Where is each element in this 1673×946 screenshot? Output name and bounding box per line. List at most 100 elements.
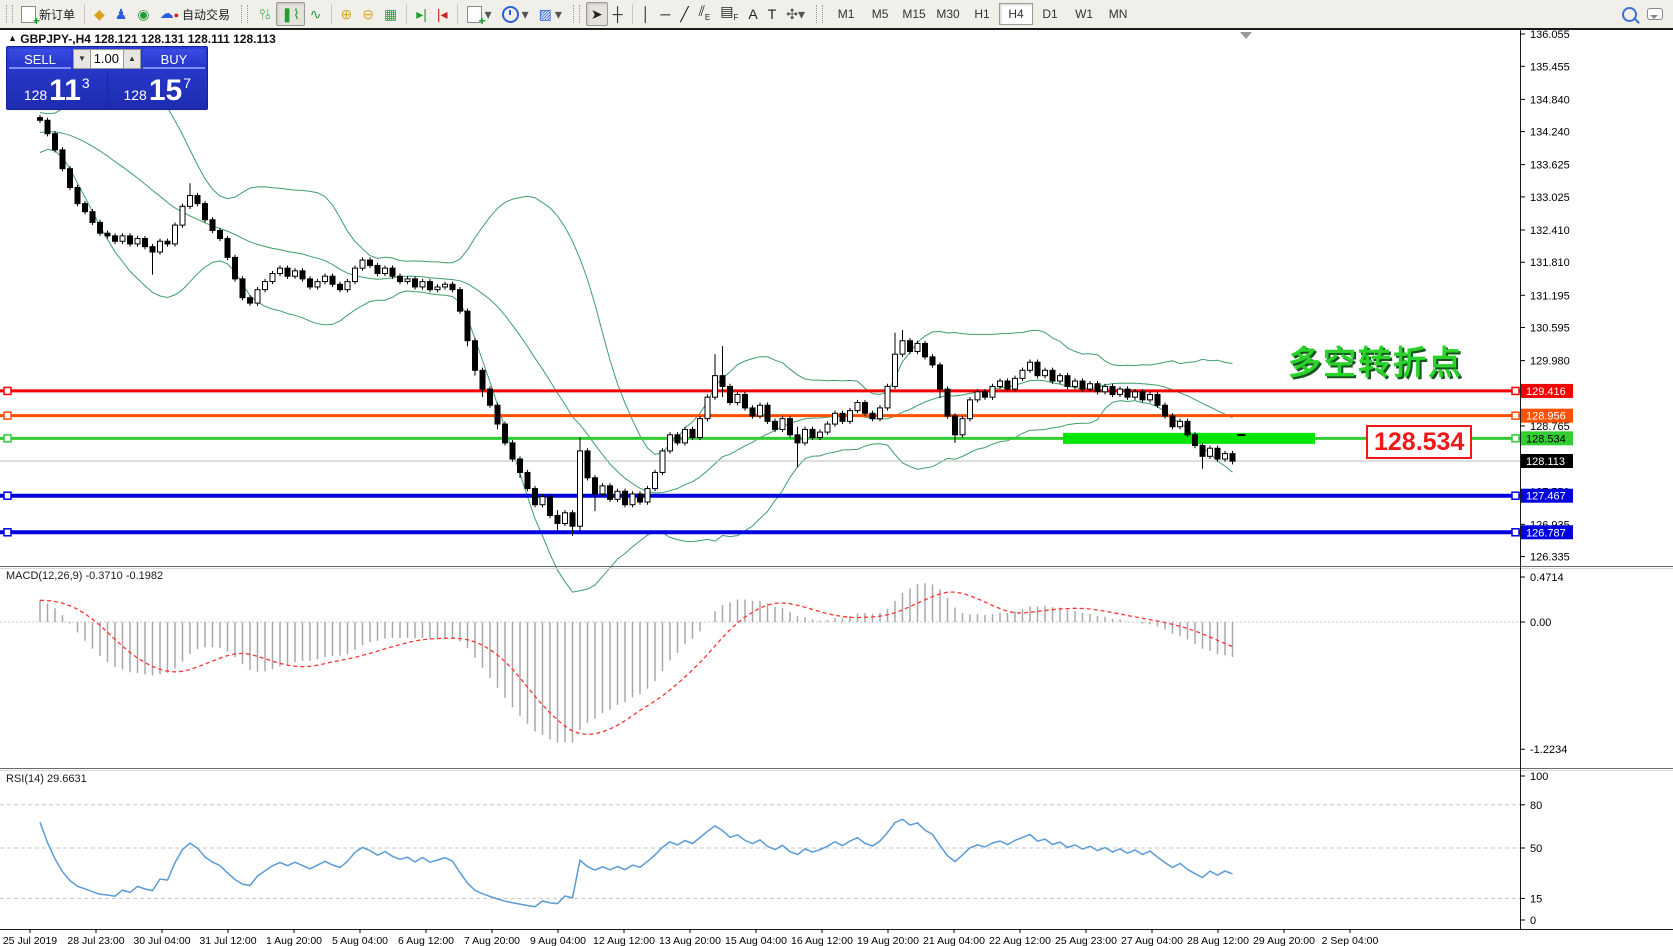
text-label-button[interactable]: T [763, 2, 782, 26]
templates-icon: ▨ [539, 7, 552, 21]
svg-text:129.980: 129.980 [1530, 356, 1570, 368]
svg-text:31 Jul 12:00: 31 Jul 12:00 [199, 935, 256, 946]
timeframe-button-m15[interactable]: M15 [897, 3, 931, 25]
svg-text:0.4714: 0.4714 [1530, 572, 1564, 584]
svg-text:15 Aug 04:00: 15 Aug 04:00 [725, 935, 787, 946]
buy-price-handle: 128 [123, 87, 146, 103]
chart-annotation-text: 多空转折点 [1288, 336, 1463, 384]
new-order-label: 新订单 [39, 6, 75, 23]
new-order-button[interactable]: + 新订单 [16, 2, 80, 26]
svg-text:21 Aug 04:00: 21 Aug 04:00 [923, 935, 985, 946]
signals-button[interactable]: ◉ [132, 2, 154, 26]
svg-text:28 Aug 12:00: 28 Aug 12:00 [1187, 935, 1249, 946]
autotrade-label: 自动交易 [182, 6, 230, 23]
svg-text:131.195: 131.195 [1530, 290, 1570, 302]
price-callout-box: 128.534 [1366, 425, 1472, 459]
volume-decrease-button[interactable]: ▼ [73, 49, 91, 69]
svg-text:131.810: 131.810 [1530, 257, 1570, 269]
svg-text:27 Aug 04:00: 27 Aug 04:00 [1121, 935, 1183, 946]
svg-text:128.765: 128.765 [1530, 421, 1570, 433]
svg-text:132.410: 132.410 [1530, 225, 1570, 237]
sell-price-display[interactable]: 128 11 3 [7, 71, 108, 107]
arrows-icon: ✣▾ [786, 7, 805, 21]
channel-button[interactable]: ⫽E [694, 2, 716, 26]
svg-text:7 Aug 20:00: 7 Aug 20:00 [464, 935, 520, 946]
svg-text:-1.2234: -1.2234 [1530, 744, 1567, 756]
market-button[interactable]: ♟ [110, 2, 133, 26]
svg-text:134.840: 134.840 [1530, 94, 1570, 106]
chart-shift-icon: |◂ [437, 7, 448, 21]
timeframe-button-w1[interactable]: W1 [1067, 3, 1101, 25]
text-button[interactable]: A [743, 2, 762, 26]
zoom-out-button[interactable]: ⊖ [357, 2, 379, 26]
svg-text:129.416: 129.416 [1526, 386, 1566, 398]
symbol-name: GBPJPY-,H4 [20, 32, 91, 46]
svg-text:15: 15 [1530, 893, 1542, 905]
arrows-button[interactable]: ✣▾ [781, 2, 810, 26]
svg-text:80: 80 [1530, 800, 1542, 812]
timeframe-button-m30[interactable]: M30 [931, 3, 965, 25]
toolbar-grip[interactable] [6, 5, 13, 23]
sell-button[interactable]: SELL [9, 49, 71, 69]
horizontal-line-button[interactable]: ─ [655, 2, 675, 26]
svg-text:136.055: 136.055 [1530, 29, 1570, 41]
timeframe-button-m5[interactable]: M5 [863, 3, 897, 25]
svg-text:128.956: 128.956 [1526, 411, 1566, 423]
templates-button[interactable]: ▨▾ [534, 2, 567, 26]
line-chart-icon: ∿ [310, 7, 322, 21]
svg-text:126.787: 126.787 [1526, 527, 1566, 539]
buy-price-main: 15 [149, 77, 182, 105]
crosshair-button[interactable]: ┼ [608, 2, 628, 26]
svg-text:19 Aug 20:00: 19 Aug 20:00 [857, 935, 919, 946]
indicators-icon: + [467, 6, 482, 23]
svg-text:127.467: 127.467 [1526, 491, 1566, 503]
line-chart-button[interactable]: ∿ [305, 2, 327, 26]
search-icon[interactable] [1622, 7, 1637, 22]
signals-icon: ◉ [137, 7, 149, 21]
timeframe-button-d1[interactable]: D1 [1033, 3, 1067, 25]
chart-shift-button[interactable]: |◂ [432, 2, 453, 26]
new-order-icon: + [21, 6, 36, 23]
bar-chart-button[interactable]: ⫯⫰ [254, 2, 276, 26]
svg-text:12 Aug 12:00: 12 Aug 12:00 [593, 935, 655, 946]
volume-increase-button[interactable]: ▲ [123, 49, 141, 69]
sell-price-pip: 3 [82, 75, 90, 91]
price-chart-canvas[interactable]: 136.055135.455134.840134.240133.625133.0… [0, 29, 1673, 946]
autotrade-button[interactable]: ☁● 自动交易 [155, 2, 235, 26]
svg-text:0.00: 0.00 [1530, 617, 1551, 629]
horizontal-line-icon: ─ [660, 7, 670, 21]
text-icon: A [748, 7, 757, 21]
volume-input[interactable]: 1.00 [91, 49, 123, 69]
svg-text:50: 50 [1530, 843, 1542, 855]
panel-expander-icon[interactable]: ▲ [8, 33, 17, 43]
cursor-button[interactable]: ➤ [586, 2, 608, 26]
metaeditor-button[interactable]: ◆ [89, 2, 110, 26]
buy-price-display[interactable]: 128 15 7 [108, 71, 208, 107]
zoom-in-button[interactable]: ⊕ [336, 2, 358, 26]
buy-button[interactable]: BUY [143, 49, 205, 69]
vertical-line-button[interactable]: │ [637, 2, 656, 26]
timeframe-button-h4[interactable]: H4 [999, 3, 1033, 25]
bar-chart-icon: ⫯⫰ [259, 7, 271, 21]
tile-windows-button[interactable]: ▦ [379, 2, 402, 26]
svg-text:133.625: 133.625 [1530, 160, 1570, 172]
fibonacci-button[interactable]: ▤F [715, 2, 743, 26]
main-toolbar: + 新订单 ◆ ♟ ◉ ☁● 自动交易 ⫯⫰ ❚⌇ ∿ ⊕ ⊖ ▦ ▸| |◂ … [0, 0, 1673, 29]
timeframe-button-m1[interactable]: M1 [829, 3, 863, 25]
svg-text:9 Aug 04:00: 9 Aug 04:00 [530, 935, 586, 946]
timeframe-button-h1[interactable]: H1 [965, 3, 999, 25]
svg-text:13 Aug 20:00: 13 Aug 20:00 [659, 935, 721, 946]
svg-text:128.534: 128.534 [1526, 433, 1566, 445]
trendline-button[interactable]: ╱ [675, 2, 693, 26]
periods-button[interactable]: ▾ [497, 2, 534, 26]
trendline-icon: ╱ [680, 7, 688, 21]
tile-windows-icon: ▦ [384, 7, 397, 21]
candlestick-chart-button[interactable]: ❚⌇ [276, 2, 305, 26]
chart-window[interactable]: 136.055135.455134.840134.240133.625133.0… [0, 29, 1673, 946]
timeframe-button-mn[interactable]: MN [1101, 3, 1135, 25]
text-label-icon: T [768, 7, 777, 21]
indicators-button[interactable]: +▾ [462, 2, 497, 26]
chat-icon[interactable] [1647, 8, 1663, 20]
zoom-in-icon: ⊕ [341, 7, 353, 21]
auto-scroll-button[interactable]: ▸| [411, 2, 432, 26]
